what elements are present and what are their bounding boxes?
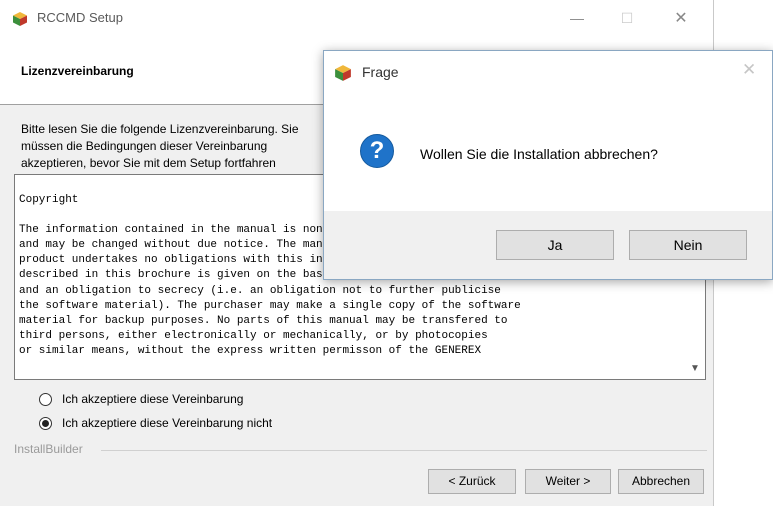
page-title: Lizenzvereinbarung — [21, 64, 134, 78]
dialog-title: Frage — [362, 64, 399, 80]
minimize-button[interactable]: — — [554, 0, 600, 37]
confirm-dialog: Frage ✕ ? Wollen Sie die Installation ab… — [323, 50, 773, 280]
scroll-down-icon[interactable]: ▼ — [687, 361, 703, 377]
back-button[interactable]: < Zurück — [428, 469, 516, 494]
box-icon — [13, 12, 27, 26]
title-bar: RCCMD Setup — ☐ ✕ — [0, 0, 713, 37]
no-button[interactable]: Nein — [629, 230, 747, 260]
window-title: RCCMD Setup — [37, 10, 123, 25]
close-button[interactable]: ✕ — [658, 0, 704, 37]
installbuilder-label: InstallBuilder — [14, 442, 83, 456]
dialog-close-button[interactable]: ✕ — [742, 60, 756, 80]
radio-accept-row[interactable]: Ich akzeptiere diese Vereinbarung — [39, 390, 243, 408]
cancel-button[interactable]: Abbrechen — [618, 469, 704, 494]
radio-decline-label[interactable]: Ich akzeptiere diese Vereinbarung nicht — [62, 416, 272, 430]
instructions-text: Bitte lesen Sie die folgende Lizenzverei… — [21, 122, 299, 170]
radio-accept[interactable] — [39, 392, 52, 406]
dialog-footer: Ja Nein — [324, 211, 772, 279]
dialog-message: Wollen Sie die Installation abbrechen? — [420, 146, 658, 162]
radio-decline[interactable] — [39, 416, 52, 430]
maximize-button[interactable]: ☐ — [604, 0, 650, 37]
box-icon — [335, 65, 351, 81]
next-button[interactable]: Weiter > — [525, 469, 611, 494]
yes-button[interactable]: Ja — [496, 230, 614, 260]
question-icon: ? — [360, 134, 394, 168]
radio-accept-label[interactable]: Ich akzeptiere diese Vereinbarung — [62, 392, 243, 406]
radio-decline-row[interactable]: Ich akzeptiere diese Vereinbarung nicht — [39, 414, 272, 432]
footer-divider — [101, 450, 707, 451]
